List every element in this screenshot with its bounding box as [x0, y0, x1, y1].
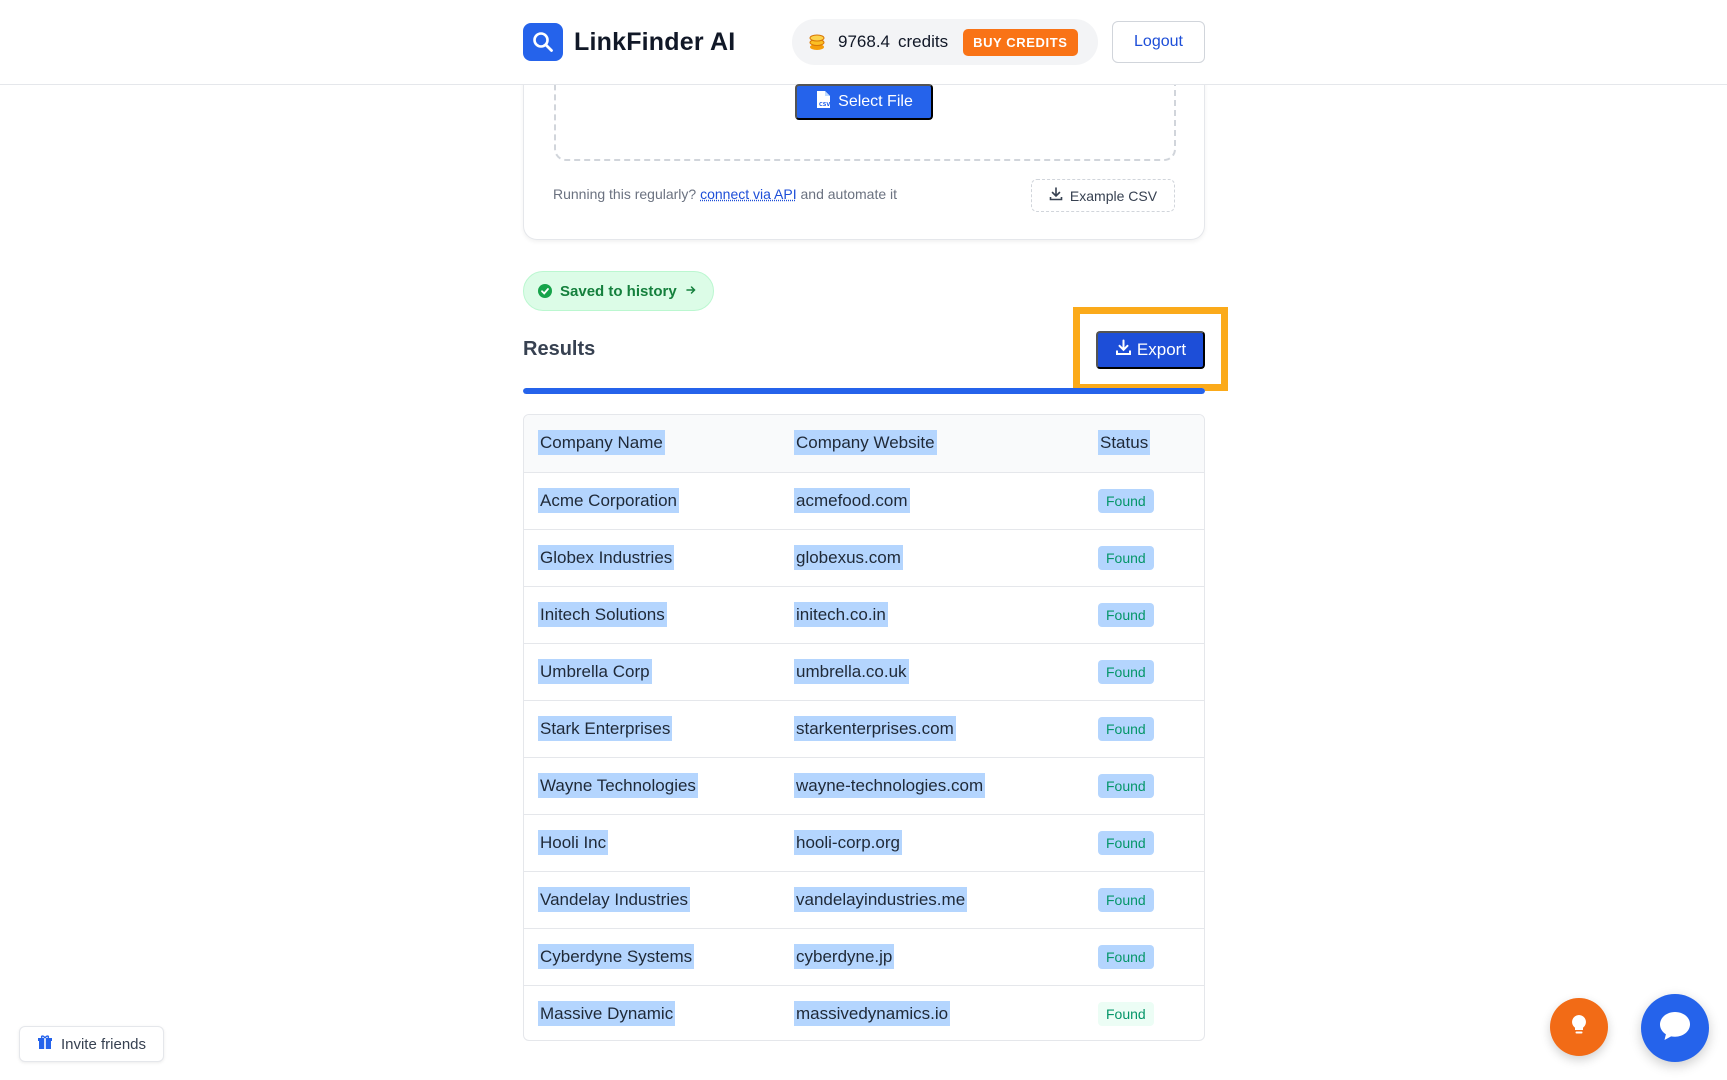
csv-file-icon: CSV	[815, 90, 832, 114]
company-name-cell: Vandelay Industries	[524, 871, 780, 928]
status-badge: Found	[1098, 545, 1154, 570]
status-badge: Found	[1098, 488, 1154, 513]
status-badge: Found	[1098, 716, 1154, 741]
status-badge: Found	[1098, 1001, 1154, 1026]
company-name-cell: Wayne Technologies	[524, 757, 780, 814]
status-cell: Found	[1084, 700, 1204, 757]
credits-label: credits	[898, 32, 949, 51]
column-header-status[interactable]: Status	[1084, 415, 1204, 472]
svg-text:CSV: CSV	[819, 102, 830, 108]
table-row[interactable]: Acme Corporation acmefood.com Found	[524, 472, 1204, 529]
brand-name: LinkFinder AI	[574, 27, 736, 56]
company-website-cell: globexus.com	[780, 529, 1084, 586]
status-badge: Found	[1098, 944, 1154, 969]
helper-suffix: and automate it	[800, 186, 898, 202]
status-badge: Found	[1098, 602, 1154, 627]
table-row[interactable]: Umbrella Corp umbrella.co.uk Found	[524, 643, 1204, 700]
company-name-cell: Umbrella Corp	[524, 643, 780, 700]
api-helper-text: Running this regularly? connect via API …	[553, 186, 897, 202]
table-row[interactable]: Stark Enterprises starkenterprises.com Fou…	[524, 700, 1204, 757]
company-name-cell: Stark Enterprises	[524, 700, 780, 757]
top-navbar: LinkFinder AI 9768.4 credits BUY CREDITS…	[0, 0, 1727, 85]
company-website-cell: acmefood.com	[780, 472, 1084, 529]
invite-friends-button[interactable]: Invite friends	[19, 1026, 164, 1062]
status-cell: Found	[1084, 928, 1204, 985]
brand[interactable]: LinkFinder AI	[523, 23, 735, 61]
status-cell: Found	[1084, 757, 1204, 814]
buy-credits-button[interactable]: BUY CREDITS	[963, 28, 1078, 56]
example-csv-label: Example CSV	[1069, 187, 1158, 204]
status-cell: Found	[1084, 643, 1204, 700]
company-name-cell: Massive Dynamic	[524, 985, 780, 1040]
company-name-cell: Globex Industries	[524, 529, 780, 586]
coins-icon	[806, 31, 828, 53]
example-csv-button[interactable]: Example CSV	[1031, 179, 1175, 212]
company-website-cell: starkenterprises.com	[780, 700, 1084, 757]
company-website-cell: umbrella.co.uk	[780, 643, 1084, 700]
saved-pill-label: Saved to history	[560, 282, 677, 300]
status-cell: Found	[1084, 814, 1204, 871]
credits-pill: 9768.4 credits BUY CREDITS	[792, 19, 1098, 65]
company-website-cell: cyberdyne.jp	[780, 928, 1084, 985]
status-badge: Found	[1098, 830, 1154, 855]
logout-button[interactable]: Logout	[1112, 21, 1205, 63]
check-circle-icon	[538, 284, 552, 298]
lightbulb-icon	[1569, 1013, 1589, 1042]
company-website-cell: massivedynamics.io	[780, 985, 1084, 1040]
status-cell: Found	[1084, 871, 1204, 928]
table-row[interactable]: Wayne Technologies wayne-technologies.com…	[524, 757, 1204, 814]
table-row[interactable]: Globex Industries globexus.com Found	[524, 529, 1204, 586]
status-badge: Found	[1098, 659, 1154, 684]
table-row[interactable]: Hooli Inc hooli-corp.org Found	[524, 814, 1204, 871]
chat-bubble-icon	[1657, 1009, 1693, 1048]
invite-friends-label: Invite friends	[60, 1035, 147, 1053]
status-badge: Found	[1098, 773, 1154, 798]
select-file-button[interactable]: CSV Select File	[795, 84, 933, 120]
export-label: Export	[1136, 340, 1187, 359]
export-button[interactable]: Export	[1096, 331, 1205, 369]
saved-to-history-link[interactable]: Saved to history	[523, 271, 714, 311]
connect-api-link[interactable]: connect via API	[700, 186, 797, 202]
results-table: Company Name Company Website Status Acme…	[523, 414, 1205, 1041]
company-website-cell: vandelayindustries.me	[780, 871, 1084, 928]
gift-icon	[37, 1034, 53, 1054]
table-row[interactable]: Initech Solutions initech.co.in Found	[524, 586, 1204, 643]
arrow-right-icon	[685, 283, 697, 300]
status-cell: Found	[1084, 472, 1204, 529]
table-row[interactable]: Massive Dynamic massivedynamics.io Found	[524, 985, 1204, 1040]
progress-bar	[523, 388, 1205, 394]
table-row[interactable]: Vandelay Industries vandelayindustries.me…	[524, 871, 1204, 928]
status-badge: Found	[1098, 887, 1154, 912]
company-name-cell: Initech Solutions	[524, 586, 780, 643]
company-website-cell: wayne-technologies.com	[780, 757, 1084, 814]
helper-prefix: Running this regularly?	[553, 186, 697, 202]
select-file-label: Select File	[838, 93, 913, 110]
download-icon	[1115, 339, 1132, 361]
company-name-cell: Acme Corporation	[524, 472, 780, 529]
progress-fill	[523, 388, 1205, 394]
column-header-company-website[interactable]: Company Website	[780, 415, 1084, 472]
credits-value: 9768.4	[838, 32, 890, 51]
company-website-cell: initech.co.in	[780, 586, 1084, 643]
status-cell: Found	[1084, 529, 1204, 586]
search-icon	[523, 23, 563, 61]
table-row[interactable]: Cyberdyne Systems cyberdyne.jp Found	[524, 928, 1204, 985]
company-name-cell: Hooli Inc	[524, 814, 780, 871]
status-cell: Found	[1084, 586, 1204, 643]
status-cell: Found	[1084, 985, 1204, 1040]
ideas-button[interactable]	[1550, 998, 1608, 1056]
column-header-company-name[interactable]: Company Name	[524, 415, 780, 472]
results-title: Results	[523, 338, 596, 360]
chat-button[interactable]	[1641, 994, 1709, 1062]
download-icon	[1049, 187, 1063, 204]
company-website-cell: hooli-corp.org	[780, 814, 1084, 871]
table-header-row: Company Name Company Website Status	[524, 415, 1204, 472]
company-name-cell: Cyberdyne Systems	[524, 928, 780, 985]
